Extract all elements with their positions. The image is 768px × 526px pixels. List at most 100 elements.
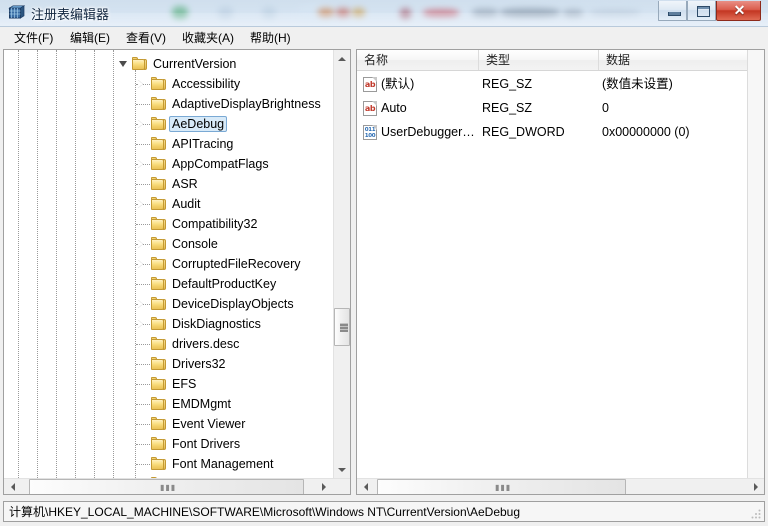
close-button[interactable]: ✕	[716, 1, 761, 21]
menu-item-3[interactable]: 收藏夹(A)	[180, 30, 236, 46]
tree-item-label: EMDMgmt	[172, 397, 232, 411]
tree-item[interactable]: ASR	[4, 174, 334, 194]
tree-expander-closed-icon[interactable]	[138, 240, 143, 248]
client-area: 文件(F) 编辑(E) 查看(V) 收藏夹(A) 帮助(H) CurrentVersio…	[0, 27, 768, 526]
menu-item-4[interactable]: 帮助(H)	[248, 30, 293, 46]
tree-item[interactable]: DiskDiagnostics	[4, 314, 334, 334]
icon-dogear	[372, 77, 377, 82]
registry-values-pane[interactable]: 名称 类型 数据 ab (默认) REG_SZ (数值未设置) ab Auto REG_SZ 0 0…	[356, 49, 765, 495]
list-hscrollbar-thumb[interactable]: ▮▮▮	[377, 479, 626, 494]
tree-item-label: DiskDiagnostics	[172, 317, 261, 331]
tree-vertical-scrollbar[interactable]: ▬ ▬ ▬	[333, 50, 350, 478]
list-scroll-left-button[interactable]	[357, 479, 374, 494]
tree-expander-closed-icon[interactable]	[138, 320, 143, 328]
tree-item-label: CurrentVersion	[153, 57, 237, 71]
tree-item[interactable]: Font Management	[4, 454, 334, 474]
tree-expander-closed-icon[interactable]	[138, 120, 143, 128]
tree-guide-tick	[136, 424, 150, 426]
folder-icon	[151, 237, 166, 250]
tree-item-label: Drivers32	[172, 357, 226, 371]
tree-item-label: AeDebug	[169, 116, 228, 132]
tree-expander-closed-icon[interactable]	[138, 80, 143, 88]
registry-tree-pane[interactable]: CurrentVersion Accessibility AdaptiveDispl…	[3, 49, 351, 495]
menu-item-0[interactable]: 文件(F)	[12, 30, 55, 46]
tree-item-label: Event Viewer	[172, 417, 246, 431]
tree-item[interactable]: EFS	[4, 374, 334, 394]
tree-scrollbar-thumb[interactable]: ▬ ▬ ▬	[334, 308, 350, 346]
tree-guide-tick	[136, 344, 150, 346]
tree-item[interactable]: Audit	[4, 194, 334, 214]
tree-scroll-down-button[interactable]	[334, 461, 350, 478]
list-vertical-scrollbar[interactable]	[747, 50, 764, 478]
window-title: 注册表编辑器	[31, 7, 110, 22]
column-header-2[interactable]: 数据	[599, 50, 764, 70]
registry-path-text: 计算机\HKEY_LOCAL_MACHINE\SOFTWARE\Microsof…	[9, 505, 521, 519]
tree-item-label: DeviceDisplayObjects	[172, 297, 294, 311]
value-row[interactable]: ab (默认) REG_SZ (数值未设置)	[357, 75, 764, 94]
tree-item[interactable]: CurrentVersion	[4, 54, 334, 74]
value-name-cell: (默认)	[381, 77, 415, 91]
tree-item-label: Audit	[172, 197, 201, 211]
tree-item[interactable]: Accessibility	[4, 74, 334, 94]
folder-icon	[151, 377, 166, 390]
value-row[interactable]: 011 100 UserDebugger… REG_DWORD 0x00000000 …	[357, 123, 764, 142]
column-header-1[interactable]: 类型	[479, 50, 599, 70]
tree-item[interactable]: CorruptedFileRecovery	[4, 254, 334, 274]
tree-item[interactable]: Font Drivers	[4, 434, 334, 454]
tree-item[interactable]: EMDMgmt	[4, 394, 334, 414]
list-scroll-right-button[interactable]	[747, 479, 764, 494]
tree-item[interactable]: DeviceDisplayObjects	[4, 294, 334, 314]
tree-guide-tick	[136, 404, 150, 406]
tree-guide-tick	[136, 104, 150, 106]
list-column-header[interactable]: 名称 类型 数据	[357, 50, 764, 71]
tree-item-label: EFS	[172, 377, 197, 391]
resize-grip-icon[interactable]	[750, 508, 762, 520]
tree-scroll-up-button[interactable]	[334, 50, 350, 67]
folder-icon	[151, 137, 166, 150]
tree-item[interactable]: AppCompatFlags	[4, 154, 334, 174]
tree-item[interactable]: Compatibility32	[4, 214, 334, 234]
tree-item[interactable]: AdaptiveDisplayBrightness	[4, 94, 334, 114]
tree-expander-closed-icon[interactable]	[138, 260, 143, 268]
tree-expander-open-icon[interactable]	[119, 61, 127, 67]
tree-item-label: AppCompatFlags	[172, 157, 269, 171]
maximize-icon	[697, 6, 710, 17]
column-header-0[interactable]: 名称	[357, 50, 479, 70]
tree-guide-tick	[136, 184, 150, 186]
tree-item[interactable]: APITracing	[4, 134, 334, 154]
tree-expander-closed-icon[interactable]	[138, 200, 143, 208]
minimize-button[interactable]	[658, 1, 687, 21]
registry-tree: CurrentVersion Accessibility AdaptiveDispl…	[4, 50, 334, 478]
tree-expander-closed-icon[interactable]	[138, 300, 143, 308]
tree-hscrollbar-thumb[interactable]: ▮▮▮	[29, 479, 304, 494]
tree-scroll-left-button[interactable]	[4, 479, 21, 494]
folder-icon	[151, 117, 166, 130]
menu-item-1[interactable]: 编辑(E)	[68, 30, 112, 46]
tree-item[interactable]: DefaultProductKey	[4, 274, 334, 294]
tree-item[interactable]: drivers.desc	[4, 334, 334, 354]
tree-item-selected[interactable]: AeDebug	[4, 114, 334, 134]
tree-item[interactable]: Drivers32	[4, 354, 334, 374]
menu-item-2[interactable]: 查看(V)	[124, 30, 168, 46]
folder-icon	[151, 217, 166, 230]
folder-icon	[151, 277, 166, 290]
tree-expander-closed-icon[interactable]	[138, 160, 143, 168]
tree-item-label: CorruptedFileRecovery	[172, 257, 301, 271]
maximize-button[interactable]	[687, 1, 716, 21]
folder-icon	[151, 417, 166, 430]
folder-icon	[151, 77, 166, 90]
folder-icon	[151, 317, 166, 330]
folder-icon	[151, 177, 166, 190]
tree-scroll-right-button[interactable]	[315, 479, 332, 494]
folder-icon	[151, 357, 166, 370]
icon-dogear	[372, 101, 377, 106]
tree-item-label: Font Drivers	[172, 437, 241, 451]
folder-icon	[151, 397, 166, 410]
tree-horizontal-scrollbar[interactable]: ▮▮▮	[4, 478, 350, 494]
title-bar[interactable]: 注册表编辑器 ✕	[0, 0, 768, 27]
list-horizontal-scrollbar[interactable]: ▮▮▮	[357, 478, 764, 494]
value-name-cell: UserDebugger…	[381, 125, 475, 139]
value-row[interactable]: ab Auto REG_SZ 0	[357, 99, 764, 118]
tree-item[interactable]: Console	[4, 234, 334, 254]
tree-item[interactable]: Event Viewer	[4, 414, 334, 434]
